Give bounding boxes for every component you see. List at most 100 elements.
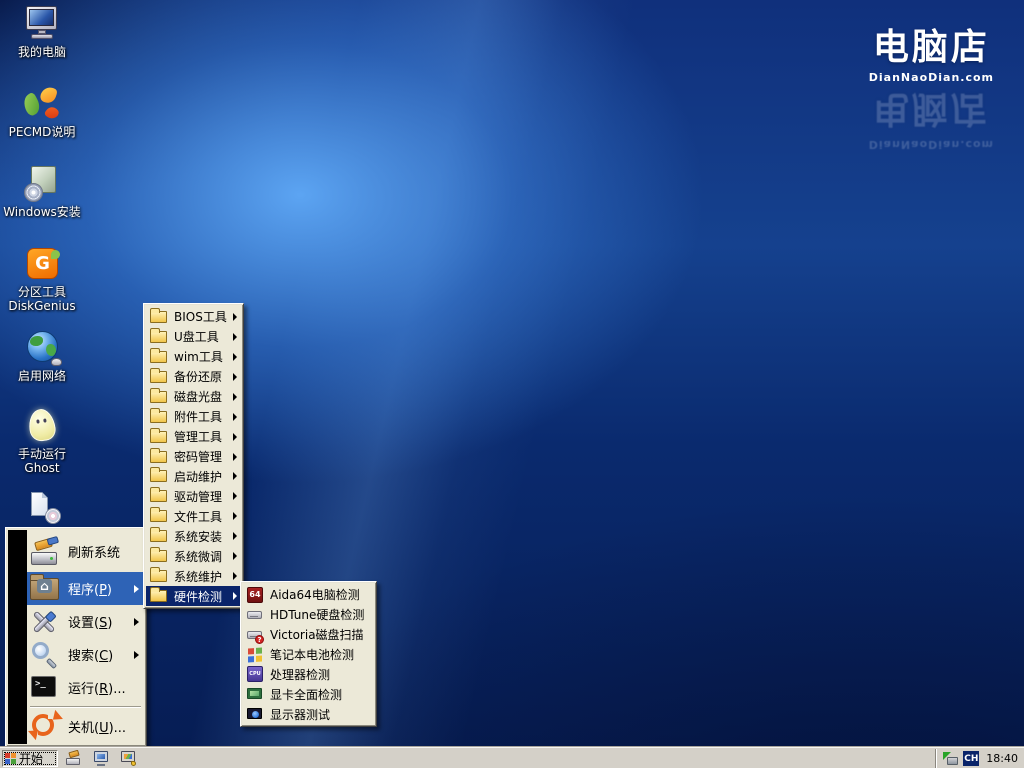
submenu-arrow-icon: [233, 433, 237, 441]
network-globe-icon: [22, 330, 62, 366]
quicklaunch-display-icon[interactable]: [93, 751, 109, 766]
submenu-arrow-icon: [233, 373, 237, 381]
desktop-icon-label: PECMD说明: [9, 125, 76, 139]
menu-item-usb-tools[interactable]: U盘工具: [146, 327, 241, 347]
aida64-icon: 64: [247, 587, 263, 603]
folder-icon: [150, 431, 167, 443]
menu-item-system-install[interactable]: 系统安装: [146, 526, 241, 546]
folder-icon: [150, 590, 167, 602]
menu-item-label: 搜索(C): [68, 645, 113, 664]
menu-item-programs[interactable]: ⌂ 程序(P): [27, 572, 144, 605]
language-indicator[interactable]: CH: [963, 751, 979, 766]
battery-flag-icon: [247, 647, 263, 663]
menu-item-bios-tools[interactable]: BIOS工具: [146, 307, 241, 327]
folder-icon: [150, 411, 167, 423]
desktop-wallpaper: 电脑店 DianNaoDian.com DianNaoDian.com 电脑店 …: [0, 0, 1024, 768]
folder-icon: [150, 490, 167, 502]
menu-item-driver-mgmt[interactable]: 驱动管理: [146, 486, 241, 506]
brand-logo-reflection: DianNaoDian.com 电脑店: [869, 86, 994, 151]
submenu-arrow-icon: [233, 472, 237, 480]
settings-tools-icon: [30, 608, 60, 635]
quicklaunch-display-settings-icon[interactable]: [120, 751, 136, 766]
menu-item-password-mgmt[interactable]: 密码管理: [146, 447, 241, 467]
submenu-arrow-icon: [233, 532, 237, 540]
submenu-arrow-icon: [233, 512, 237, 520]
folder-icon: [150, 550, 167, 562]
menu-item-settings[interactable]: 设置(S): [27, 605, 144, 638]
windows-install-icon: [22, 166, 62, 202]
ghost-icon: [22, 408, 62, 444]
menu-item-system-maintenance[interactable]: 系统维护: [146, 566, 241, 586]
hardware-submenu: 64 Aida64电脑检测 HDTune硬盘检测 ? Victoria磁盘扫描 …: [240, 581, 377, 727]
menu-item-gpu-test[interactable]: 显卡全面检测: [243, 684, 374, 704]
programs-submenu: BIOS工具 U盘工具 wim工具 备份还原 磁盘光盘 附件工具 管理工具 密码…: [143, 303, 244, 609]
programs-folder-icon: ⌂: [30, 575, 60, 602]
brand-logo: 电脑店 DianNaoDian.com DianNaoDian.com 电脑店: [869, 18, 994, 151]
menu-item-system-tweak[interactable]: 系统微调: [146, 546, 241, 566]
menu-item-notebook-battery[interactable]: 笔记本电池检测: [243, 645, 374, 665]
menu-item-run[interactable]: >_ 运行(R)...: [27, 671, 144, 704]
menu-item-accessories[interactable]: 附件工具: [146, 407, 241, 427]
victoria-drive-icon: ?: [247, 627, 263, 643]
desktop-icon-label: 启用网络: [18, 369, 66, 383]
folder-icon: [150, 570, 167, 582]
folder-icon: [150, 470, 167, 482]
start-grid-icon: [5, 753, 16, 764]
run-terminal-icon: >_: [30, 674, 60, 701]
menu-item-wim-tools[interactable]: wim工具: [146, 347, 241, 367]
quicklaunch-refresh-system-icon[interactable]: [66, 751, 82, 766]
menu-item-label: 程序(P): [68, 579, 112, 598]
menu-item-monitor-test[interactable]: 显示器测试: [243, 704, 374, 724]
menu-item-victoria[interactable]: ? Victoria磁盘扫描: [243, 625, 374, 645]
desktop-icon-pecmd[interactable]: PECMD说明: [0, 86, 84, 139]
desktop-icon-label: Windows安装: [3, 205, 81, 219]
desktop-icon-enable-network[interactable]: 启用网络: [0, 330, 84, 383]
desktop-icon-ghost[interactable]: 手动运行 Ghost: [0, 408, 84, 475]
folder-icon: [150, 331, 167, 343]
folder-icon: [150, 371, 167, 383]
menu-item-file-tools[interactable]: 文件工具: [146, 506, 241, 526]
start-button-label: 开始: [19, 750, 43, 767]
menu-item-refresh-system[interactable]: 刷新系统: [27, 531, 144, 572]
menu-item-shutdown[interactable]: 关机(U)...: [27, 710, 144, 743]
submenu-arrow-icon: [134, 585, 139, 593]
menu-item-aida64[interactable]: 64 Aida64电脑检测: [243, 585, 374, 605]
start-button[interactable]: 开始: [2, 750, 58, 767]
desktop-icon-label: 分区工具: [18, 285, 66, 299]
start-menu-banner: [8, 530, 27, 744]
menu-item-label: 刷新系统: [68, 542, 120, 561]
menu-item-label: 设置(S): [68, 612, 112, 631]
menu-item-label: 关机(U)...: [68, 717, 126, 736]
menu-item-disk-cd[interactable]: 磁盘光盘: [146, 387, 241, 407]
desktop-icon-document-cd[interactable]: [0, 492, 84, 528]
hardware-tray-icon[interactable]: [943, 752, 958, 765]
folder-icon: [150, 451, 167, 463]
submenu-arrow-icon: [233, 453, 237, 461]
desktop-icon-windows-install[interactable]: Windows安装: [0, 166, 84, 219]
folder-icon: [150, 351, 167, 363]
menu-item-search[interactable]: 搜索(C): [27, 638, 144, 671]
folder-icon: [150, 530, 167, 542]
cpu-icon: CPU: [247, 666, 263, 682]
system-tray: CH 18:40: [935, 749, 1024, 768]
submenu-arrow-icon: [233, 492, 237, 500]
submenu-arrow-icon: [233, 413, 237, 421]
brand-domain: DianNaoDian.com: [869, 71, 994, 84]
diskgenius-icon: G: [22, 246, 62, 282]
pecmd-butterfly-icon: [22, 86, 62, 122]
menu-item-boot-maintenance[interactable]: 启动维护: [146, 467, 241, 487]
menu-item-hardware-detect[interactable]: 硬件检测: [146, 586, 241, 606]
document-cd-icon: [22, 492, 62, 528]
submenu-arrow-icon: [233, 353, 237, 361]
submenu-arrow-icon: [233, 572, 237, 580]
menu-item-backup-restore[interactable]: 备份还原: [146, 367, 241, 387]
menu-item-cpu-test[interactable]: CPU 处理器检测: [243, 664, 374, 684]
desktop-icon-diskgenius[interactable]: G 分区工具 DiskGenius: [0, 246, 84, 313]
menu-item-admin-tools[interactable]: 管理工具: [146, 427, 241, 447]
folder-icon: [150, 311, 167, 323]
search-magnifier-icon: [30, 641, 60, 668]
menu-item-hdtune[interactable]: HDTune硬盘检测: [243, 605, 374, 625]
desktop-icon-my-computer[interactable]: 我的电脑: [0, 6, 84, 59]
submenu-arrow-icon: [233, 393, 237, 401]
shutdown-icon: [30, 713, 60, 740]
